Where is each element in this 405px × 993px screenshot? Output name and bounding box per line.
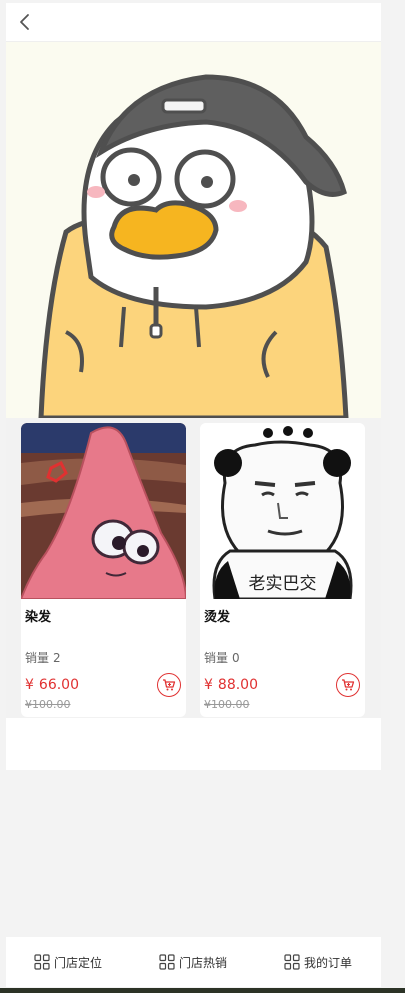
currency-symbol: ¥ <box>25 677 34 693</box>
sales-count: 0 <box>232 651 240 665</box>
currency-symbol: ¥ <box>204 677 213 693</box>
product-price: ¥66.00 <box>25 677 79 693</box>
cart-icon <box>342 679 355 691</box>
original-price: ¥100.00 <box>25 698 71 711</box>
product-price: ¥88.00 <box>204 677 258 693</box>
price-value: 66.00 <box>38 677 80 693</box>
cart-icon <box>163 679 176 691</box>
product-sales: 销量 0 <box>204 649 240 666</box>
tab-my-orders[interactable]: 我的订单 <box>284 937 352 987</box>
image-caption: 老实巴交 <box>248 574 317 594</box>
sales-label: 销量 <box>204 651 229 665</box>
top-nav-bar <box>6 3 381 42</box>
add-to-cart-button[interactable] <box>336 673 360 697</box>
product-card[interactable]: 染发 销量 2 ¥66.00 ¥100.00 <box>21 423 186 717</box>
tab-store-location[interactable]: 门店定位 <box>34 937 102 987</box>
back-arrow-icon[interactable] <box>15 12 35 32</box>
tab-label: 门店热销 <box>179 955 228 970</box>
grid-icon <box>34 954 50 970</box>
tab-label: 门店定位 <box>54 955 103 970</box>
product-name: 染发 <box>25 610 52 625</box>
add-to-cart-button[interactable] <box>157 673 181 697</box>
sales-label: 销量 <box>25 651 50 665</box>
product-sales: 销量 2 <box>25 649 61 666</box>
product-name: 烫发 <box>204 610 231 625</box>
grid-icon <box>284 954 300 970</box>
product-image-panda-meme[interactable]: 老实巴交 <box>200 423 365 599</box>
hero-banner-image <box>6 42 381 418</box>
bottom-edge-strip <box>0 988 405 993</box>
product-card[interactable]: 老实巴交 烫发 销量 0 ¥88.00 ¥100.00 <box>200 423 365 717</box>
grid-icon <box>159 954 175 970</box>
bottom-tab-bar: 门店定位 门店热销 我的订单 <box>6 937 381 987</box>
sales-count: 2 <box>53 651 61 665</box>
app-container: 染发 销量 2 ¥66.00 ¥100.00 老实巴交 烫发 销量 0 ¥ 88… <box>6 3 381 770</box>
product-image-patrick[interactable] <box>21 423 186 599</box>
tab-store-hot-sales[interactable]: 门店热销 <box>159 937 227 987</box>
tab-label: 我的订单 <box>304 955 353 970</box>
price-value: 88.00 <box>217 677 259 693</box>
original-price: ¥100.00 <box>204 698 250 711</box>
